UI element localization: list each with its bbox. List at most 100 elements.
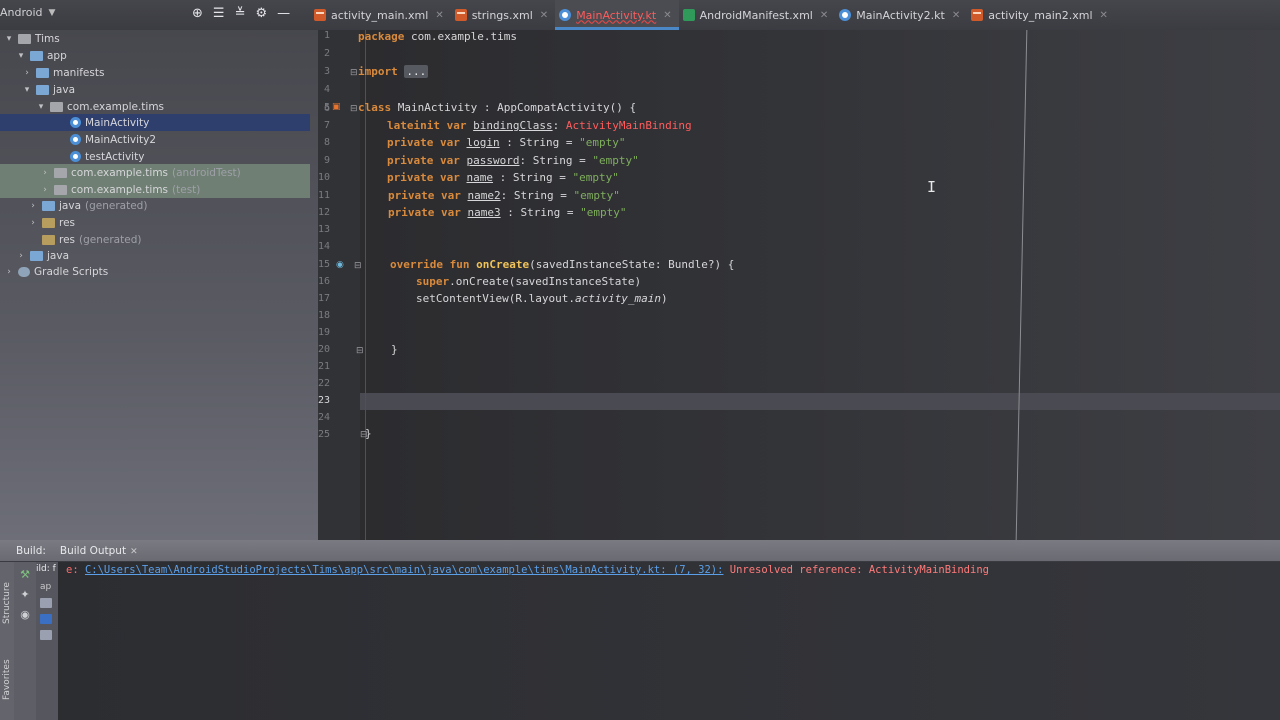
tab-activity-main-xml[interactable]: activity_main.xml ✕ <box>310 0 451 30</box>
tree-item-res-generated[interactable]: res (generated) <box>42 231 352 248</box>
tree-item-app[interactable]: ▾ app <box>16 47 326 64</box>
tree-item-gradle-scripts[interactable]: › Gradle Scripts <box>4 263 314 280</box>
tree-item-label: java <box>59 199 81 212</box>
build-node-icon[interactable] <box>40 598 52 608</box>
tree-item-label: java <box>53 83 75 96</box>
fold-icon[interactable]: ⊟ <box>354 261 362 271</box>
tab-strings-xml[interactable]: strings.xml ✕ <box>451 0 555 30</box>
fold-icon[interactable]: ⊟ <box>356 346 364 356</box>
tree-item-package[interactable]: ▾ com.example.tims <box>36 98 346 115</box>
build-output-console[interactable]: e: C:\Users\Team\AndroidStudioProjects\T… <box>58 562 1280 720</box>
close-icon[interactable]: ✕ <box>435 10 443 21</box>
code-keyword: private var <box>387 154 460 167</box>
build-toolbar: ⚒ ✦ ◉ <box>14 562 36 720</box>
tree-item-java-generated[interactable]: › java (generated) <box>28 197 338 214</box>
code-editor[interactable]: 1 2 3 4 5 6 7 8 9 10 11 12 13 14 15 16 1… <box>318 30 1280 540</box>
line-number: 1 <box>323 30 330 41</box>
close-icon[interactable]: ✕ <box>952 10 960 21</box>
tree-item-java-root[interactable]: › java <box>16 247 326 264</box>
code-identifier: password <box>466 154 520 167</box>
tree-item-res[interactable]: › res <box>28 214 338 231</box>
tree-item-test[interactable]: › com.example.tims (test) <box>0 181 310 198</box>
override-marker-icon[interactable]: ◉ <box>336 260 344 270</box>
tab-build-output[interactable]: Build Output ✕ <box>60 545 138 557</box>
text-cursor-icon: I <box>927 178 937 196</box>
structure-tool-label[interactable]: Structure <box>2 582 12 624</box>
tree-item-label: MainActivity2 <box>85 133 157 146</box>
line-number: 19 <box>318 327 331 338</box>
close-icon[interactable]: ✕ <box>130 547 138 557</box>
fold-icon[interactable]: ⊟ <box>350 68 358 78</box>
build-node-icon[interactable] <box>40 614 52 624</box>
locate-icon[interactable]: ⊕ <box>192 6 203 21</box>
line-number: 15 <box>318 259 331 270</box>
line-number: 21 <box>318 361 331 372</box>
gear-icon[interactable]: ⚙ <box>255 6 267 21</box>
code-string: "empty" <box>579 136 626 149</box>
code-text: : String = <box>500 206 581 219</box>
code-line-15: override fun onCreate(savedInstanceState… <box>390 258 734 271</box>
project-view-label: Android <box>0 6 43 19</box>
error-file-link[interactable]: C:\Users\Team\AndroidStudioProjects\Tims… <box>85 564 723 576</box>
line-number: 17 <box>318 293 331 304</box>
code-keyword: lateinit var <box>387 119 467 132</box>
line-number: 4 <box>323 84 330 95</box>
tab-activity-main2-xml[interactable]: activity_main2.xml ✕ <box>967 0 1115 30</box>
right-margin-guide <box>1015 30 1028 540</box>
line-number: 3 <box>323 66 330 77</box>
pin-icon[interactable]: ✦ <box>18 588 32 601</box>
tab-android-manifest[interactable]: AndroidManifest.xml ✕ <box>679 0 836 30</box>
code-identifier: name <box>466 171 493 184</box>
folded-imports[interactable]: ... <box>404 65 429 78</box>
build-tab-bar: Build: Build Output ✕ <box>0 540 1280 562</box>
close-icon[interactable]: ✕ <box>1100 10 1108 21</box>
tree-item-label: res <box>59 233 76 246</box>
tree-item-java[interactable]: ▾ java <box>22 81 332 98</box>
tree-item-root[interactable]: ▾ Tims <box>4 30 314 47</box>
code-string: "empty" <box>573 189 620 202</box>
code-line-1: package com.example.tims <box>358 30 517 43</box>
hide-icon[interactable]: — <box>277 6 290 21</box>
line-number: 7 <box>323 120 330 131</box>
xml-file-icon <box>971 9 984 21</box>
tree-item-manifests[interactable]: › manifests <box>22 64 332 81</box>
build-node-icon[interactable] <box>40 630 52 640</box>
code-field: activity_main <box>574 292 662 305</box>
tree-item-label: manifests <box>53 66 105 79</box>
collapse-all-icon[interactable]: ≚ <box>235 6 246 21</box>
tab-mainactivity2-kt[interactable]: MainActivity2.kt ✕ <box>835 0 967 30</box>
code-identifier: name3 <box>467 206 501 219</box>
run-class-icon[interactable]: ▣ <box>332 102 341 112</box>
close-icon[interactable]: ✕ <box>540 10 548 21</box>
chevron-down-icon: ▾ <box>18 50 24 61</box>
close-icon[interactable]: ✕ <box>663 10 671 21</box>
tree-item-mainactivity2[interactable]: MainActivity2 <box>70 131 310 148</box>
tree-item-label: testActivity <box>85 150 145 163</box>
fold-icon[interactable]: ⊟ <box>350 104 358 114</box>
project-view-switcher[interactable]: Android ▼ <box>0 6 55 19</box>
code-text: : String = <box>500 189 574 202</box>
chevron-right-icon: › <box>7 266 11 277</box>
kotlin-class-icon <box>70 151 81 162</box>
line-number: 11 <box>318 190 331 201</box>
tree-item-mainactivity[interactable]: MainActivity <box>0 114 310 131</box>
tree-item-testactivity[interactable]: testActivity <box>70 148 310 165</box>
code-line-8: private var login : String = "empty" <box>387 136 625 149</box>
package-icon <box>54 184 67 195</box>
close-icon[interactable]: ✕ <box>820 10 828 21</box>
chevron-down-icon: ▾ <box>38 101 44 112</box>
tab-mainactivity-kt[interactable]: MainActivity.kt ✕ <box>555 0 680 30</box>
chevron-right-icon: › <box>43 184 47 195</box>
folder-icon <box>42 200 55 211</box>
favorites-tool-label[interactable]: Favorites <box>2 659 12 700</box>
code-text: setContentView(R.layout. <box>416 292 575 305</box>
error-message: Unresolved reference: ActivityMainBindin… <box>723 564 989 576</box>
chevron-right-icon: › <box>19 250 23 261</box>
expand-all-icon[interactable]: ☰ <box>213 6 225 21</box>
tree-item-android-test[interactable]: › com.example.tims (androidTest) <box>0 164 310 181</box>
code-text: : String = <box>519 154 593 167</box>
chevron-down-icon: ▾ <box>6 33 12 44</box>
eye-icon[interactable]: ◉ <box>18 608 32 621</box>
hammer-icon[interactable]: ⚒ <box>18 568 32 581</box>
line-number: 16 <box>318 276 331 287</box>
